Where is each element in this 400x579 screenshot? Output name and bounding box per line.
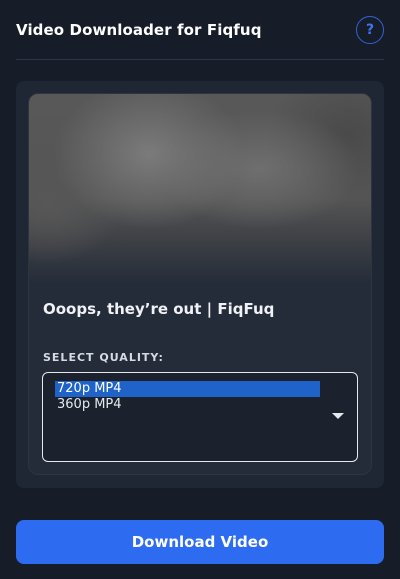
video-card: Ooops, they’re out | FiqFuq SELECT QUALI… (28, 93, 372, 475)
quality-label: SELECT QUALITY: (43, 351, 164, 364)
quality-select[interactable]: 720p MP4 360p MP4 (42, 372, 358, 462)
app-title: Video Downloader for Fiqfuq (16, 20, 262, 39)
help-button[interactable]: ? (356, 15, 384, 44)
header: Video Downloader for Fiqfuq ? (16, 0, 384, 60)
quality-option-360p[interactable]: 360p MP4 (55, 397, 320, 413)
download-button[interactable]: Download Video (16, 520, 384, 564)
question-mark-icon: ? (365, 21, 375, 38)
chevron-down-icon (332, 413, 344, 419)
quality-option-720p[interactable]: 720p MP4 (55, 381, 320, 397)
content-panel: Ooops, they’re out | FiqFuq SELECT QUALI… (16, 81, 384, 488)
video-title: Ooops, they’re out | FiqFuq (43, 300, 275, 318)
video-thumbnail (29, 94, 371, 284)
